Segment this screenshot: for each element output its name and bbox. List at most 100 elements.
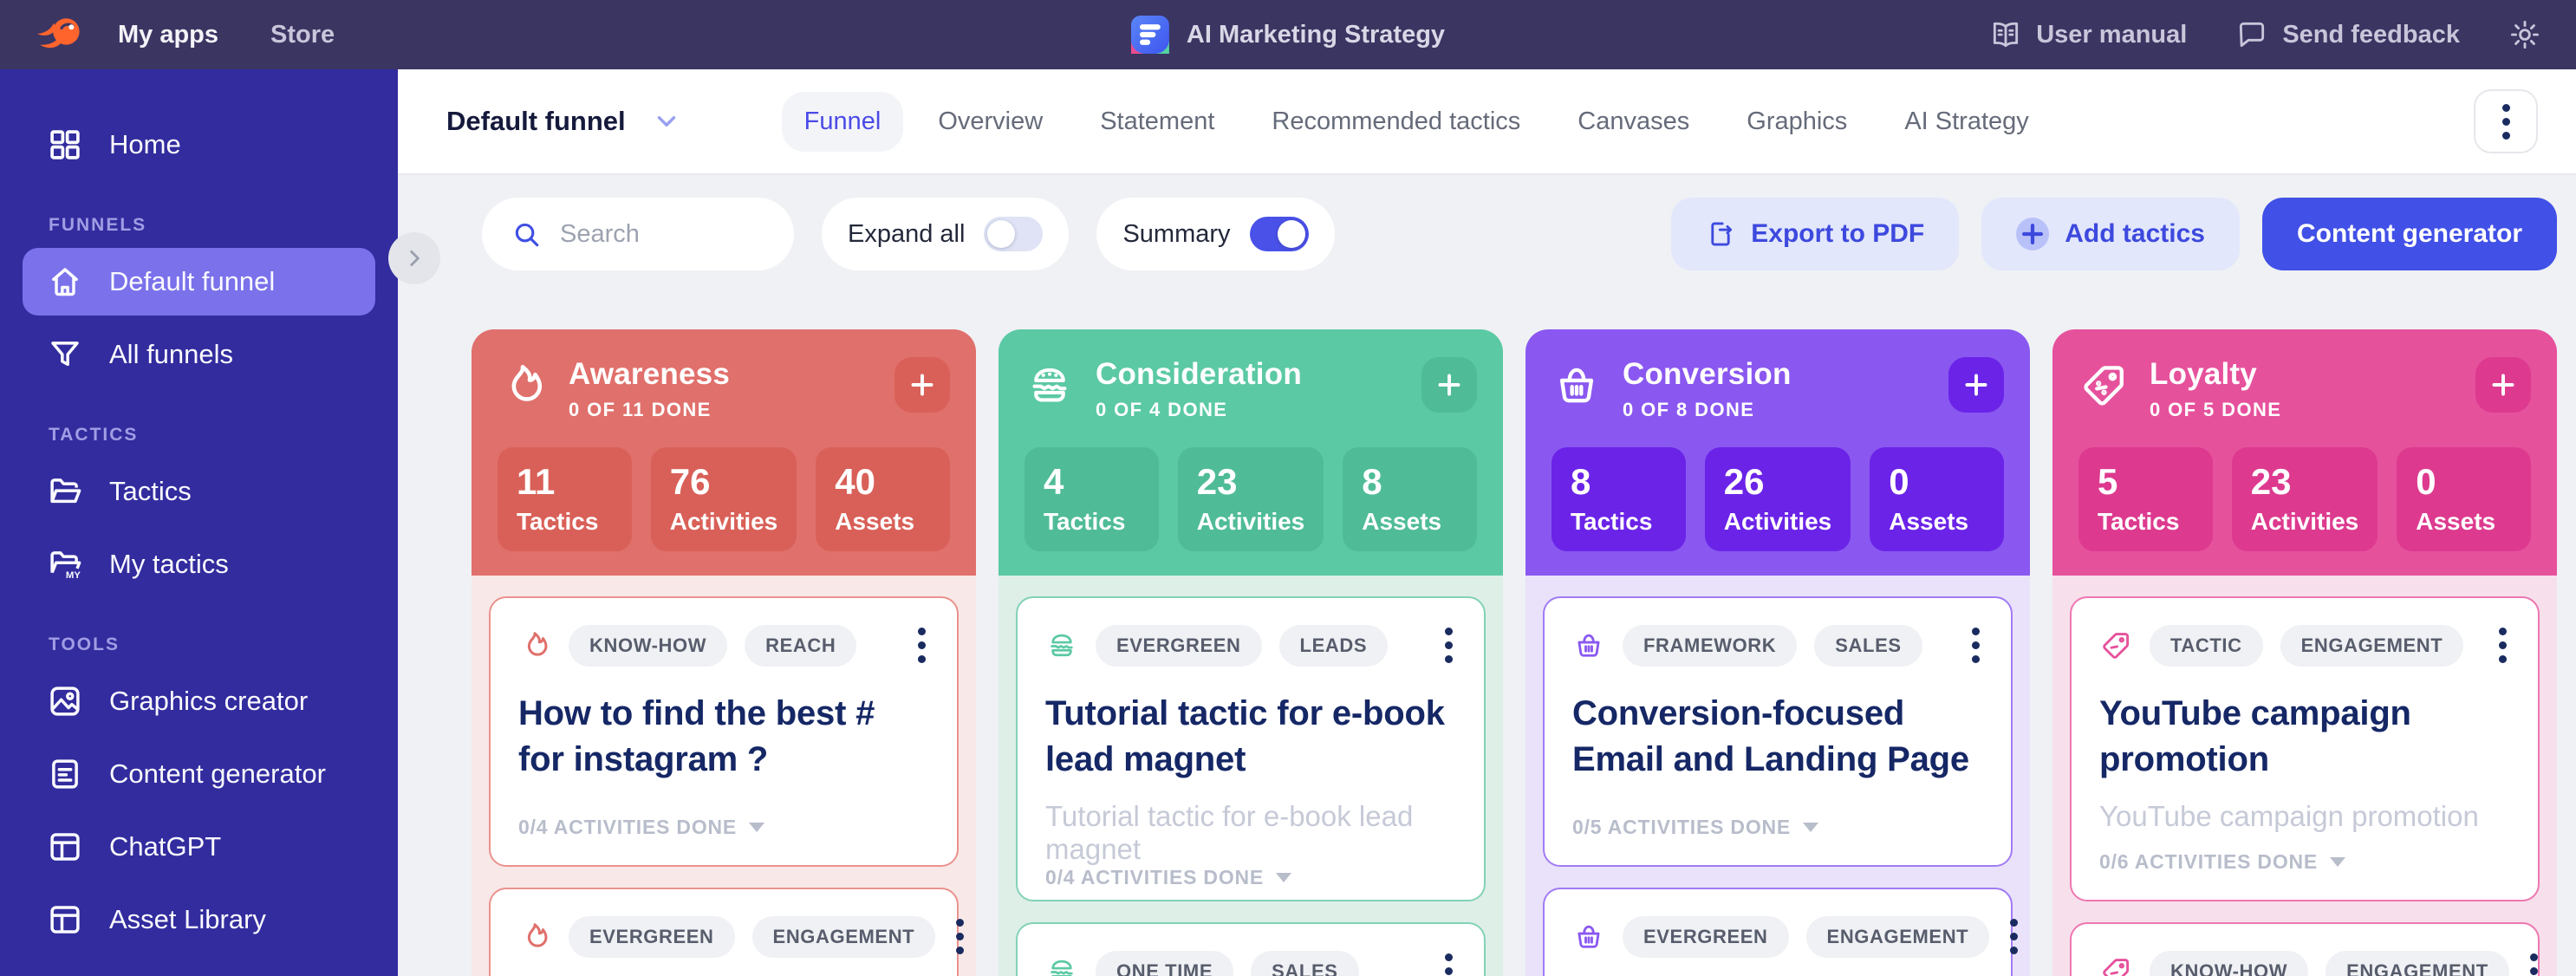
tab-funnel[interactable]: Funnel xyxy=(782,92,904,152)
card-menu-button[interactable] xyxy=(1441,624,1456,667)
card-menu-button[interactable] xyxy=(953,915,967,958)
funnel-board-area: Expand all Summary Export to PDF Add tac… xyxy=(398,175,2576,976)
plus-icon xyxy=(1961,369,1992,400)
sidebar-section-tactics: TACTICS xyxy=(49,425,375,446)
send-feedback-button[interactable]: Send feedback xyxy=(2235,18,2460,51)
tab-canvases[interactable]: Canvases xyxy=(1555,92,1712,152)
layout-panel-icon xyxy=(47,901,83,938)
add-tactic-to-consideration-button[interactable] xyxy=(1421,357,1477,413)
sidebar-item-asset-library[interactable]: Asset Library xyxy=(23,886,375,953)
card-menu-button[interactable] xyxy=(2495,624,2510,667)
stat-assets: 40 Assets xyxy=(816,447,950,551)
column-done-count: 0 OF 8 DONE xyxy=(1623,399,1948,421)
tactic-card[interactable]: KNOW-HOW REACH How to find the best # fo… xyxy=(489,596,959,867)
funnel-selector-dropdown[interactable]: Default funnel xyxy=(446,106,681,137)
layout-panel-icon xyxy=(47,829,83,865)
funnel-icon xyxy=(47,336,83,373)
expand-all-switch[interactable] xyxy=(984,217,1043,251)
expand-all-toggle[interactable]: Expand all xyxy=(822,198,1069,270)
add-tactic-to-loyalty-button[interactable] xyxy=(2475,357,2531,413)
user-manual-button[interactable]: User manual xyxy=(1989,18,2187,51)
tab-ai-strategy[interactable]: AI Strategy xyxy=(1882,92,2051,152)
export-to-pdf-button[interactable]: Export to PDF xyxy=(1671,198,1959,270)
stat-tactics: 5 Tactics xyxy=(2078,447,2213,551)
sidebar-item-default-funnel[interactable]: Default funnel xyxy=(23,248,375,316)
card-title[interactable]: Tutorial tactic for e-book lead magnet xyxy=(1045,691,1456,783)
tag-badge: ENGAGEMENT xyxy=(752,916,936,958)
sidebar-item-my-tactics[interactable]: MY My tactics xyxy=(23,530,375,598)
sidebar-collapse-button[interactable] xyxy=(388,232,440,284)
sidebar-item-graphics-creator[interactable]: Graphics creator xyxy=(23,667,375,735)
activities-expander[interactable]: 0/5 ACTIVITIES DONE xyxy=(1572,816,1983,839)
tab-overview[interactable]: Overview xyxy=(915,92,1065,152)
basket-icon xyxy=(1572,629,1605,662)
price-tag-icon xyxy=(2099,629,2132,662)
plus-icon xyxy=(2488,369,2519,400)
image-icon xyxy=(47,683,83,719)
card-title[interactable]: How to find the best # for instagram ? xyxy=(518,691,929,783)
activities-expander[interactable]: 0/4 ACTIVITIES DONE xyxy=(1045,866,1456,889)
add-tactic-to-conversion-button[interactable] xyxy=(1948,357,2004,413)
ai-marketing-strategy-app-icon xyxy=(1131,16,1169,54)
tag-badge: ENGAGEMENT xyxy=(2280,625,2464,667)
chevron-right-icon xyxy=(403,247,426,270)
nav-store[interactable]: Store xyxy=(270,21,335,49)
add-tactics-button[interactable]: Add tactics xyxy=(1981,198,2240,270)
content-generator-button[interactable]: Content generator xyxy=(2262,198,2557,270)
sidebar-item-content-generator[interactable]: Content generator xyxy=(23,740,375,808)
activities-expander[interactable]: 0/4 ACTIVITIES DONE xyxy=(518,816,929,839)
column-consideration-header: Consideration 0 OF 4 DONE 4 Tactics 23 A… xyxy=(999,329,1503,576)
card-menu-button[interactable] xyxy=(2527,950,2541,976)
card-menu-button[interactable] xyxy=(1441,950,1456,976)
card-menu-button[interactable] xyxy=(1968,624,1983,667)
tactic-card[interactable]: ONE TIME SALES xyxy=(1016,922,1486,976)
sidebar-item-tactics[interactable]: Tactics xyxy=(23,458,375,525)
sidebar-item-chatgpt[interactable]: ChatGPT xyxy=(23,813,375,881)
summary-switch[interactable] xyxy=(1250,217,1309,251)
stat-assets: 8 Assets xyxy=(1343,447,1477,551)
tactic-card[interactable]: EVERGREEN LEADS Tutorial tactic for e-bo… xyxy=(1016,596,1486,901)
stat-tactics: 4 Tactics xyxy=(1025,447,1159,551)
tag-badge: EVERGREEN xyxy=(1623,916,1789,958)
nav-my-apps[interactable]: My apps xyxy=(118,21,218,49)
tactic-card[interactable]: KNOW-HOW ENGAGEMENT xyxy=(2070,922,2540,976)
kebab-icon xyxy=(2502,104,2510,140)
tactic-card[interactable]: EVERGREEN ENGAGEMENT The Survey Response xyxy=(1543,888,2013,976)
basket-icon xyxy=(1572,921,1605,953)
tab-statement[interactable]: Statement xyxy=(1077,92,1237,152)
plus-icon xyxy=(1434,369,1465,400)
semrush-logo-icon[interactable] xyxy=(35,12,83,57)
burger-icon xyxy=(1025,361,1075,411)
card-menu-button[interactable] xyxy=(2007,915,2021,958)
flame-icon xyxy=(498,361,548,411)
chat-bubble-icon xyxy=(2235,18,2268,51)
app-switcher[interactable]: AI Marketing Strategy xyxy=(1131,0,1445,69)
funnel-menu-button[interactable] xyxy=(2474,89,2538,153)
tag-badge: LEADS xyxy=(1279,625,1389,667)
caret-down-icon xyxy=(2330,857,2345,867)
stat-activities: 23 Activities xyxy=(2232,447,2378,551)
tab-graphics[interactable]: Graphics xyxy=(1724,92,1870,152)
price-tag-icon xyxy=(2078,361,2129,411)
search-input[interactable] xyxy=(560,220,764,249)
sidebar-section-funnels: FUNNELS xyxy=(49,215,375,236)
settings-gear-icon[interactable] xyxy=(2508,18,2541,51)
tactic-card[interactable]: FRAMEWORK SALES Conversion-focused Email… xyxy=(1543,596,2013,867)
basket-icon xyxy=(1551,361,1602,411)
tactic-card[interactable]: EVERGREEN ENGAGEMENT 7 Days of Instagram xyxy=(489,888,959,976)
tab-recommended-tactics[interactable]: Recommended tactics xyxy=(1249,92,1543,152)
sidebar-item-all-funnels[interactable]: All funnels xyxy=(23,321,375,388)
card-title[interactable]: Conversion-focused Email and Landing Pag… xyxy=(1572,691,1983,783)
tactic-card[interactable]: TACTIC ENGAGEMENT YouTube campaign promo… xyxy=(2070,596,2540,901)
activities-expander[interactable]: 0/6 ACTIVITIES DONE xyxy=(2099,850,2510,874)
search-box[interactable] xyxy=(482,198,794,270)
funnel-header: Default funnel Funnel Overview Statement… xyxy=(398,69,2576,175)
add-tactic-to-awareness-button[interactable] xyxy=(894,357,950,413)
caret-down-icon xyxy=(749,823,764,832)
sidebar-item-home[interactable]: Home xyxy=(23,111,375,179)
card-menu-button[interactable] xyxy=(914,624,929,667)
column-awareness-header: Awareness 0 OF 11 DONE 11 Tactics 76 Act… xyxy=(472,329,976,576)
folder-open-icon xyxy=(47,473,83,510)
summary-toggle[interactable]: Summary xyxy=(1096,198,1334,270)
card-title[interactable]: YouTube campaign promotion xyxy=(2099,691,2510,783)
